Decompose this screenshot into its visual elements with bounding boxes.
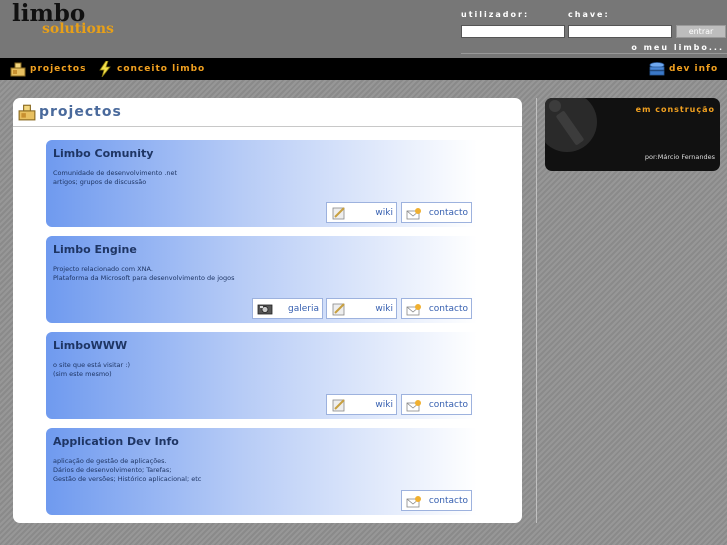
project-description: o site que está visitar :) (sim este mes…	[53, 361, 130, 378]
contact-icon	[406, 206, 422, 220]
project-card-application-dev-info: Application Dev Info aplicação de gestão…	[46, 428, 477, 515]
galeria-button[interactable]: galeria	[252, 298, 323, 319]
column-divider	[536, 98, 537, 523]
project-title[interactable]: LimboWWW	[53, 339, 127, 352]
login-button[interactable]: entrar	[676, 25, 726, 38]
password-label: chave:	[568, 10, 610, 19]
contacto-button[interactable]: contacto	[401, 202, 472, 223]
contact-icon	[406, 398, 422, 412]
wiki-button[interactable]: wiki	[326, 298, 397, 319]
pen-icon	[331, 398, 347, 412]
nav-item-label: dev info	[669, 64, 719, 74]
wiki-button[interactable]: wiki	[326, 394, 397, 415]
header-divider	[461, 53, 727, 54]
nav-bar: projectos conceito limbo dev info	[0, 58, 727, 80]
contacto-button[interactable]: contacto	[401, 394, 472, 415]
my-limbo-link[interactable]: o meu limbo...	[631, 43, 724, 52]
camera-icon	[257, 302, 273, 316]
nav-item-dev-info[interactable]: dev info	[649, 61, 718, 77]
project-title[interactable]: Limbo Engine	[53, 243, 137, 256]
contacto-button[interactable]: contacto	[401, 298, 472, 319]
project-title[interactable]: Application Dev Info	[53, 435, 179, 448]
projects-icon	[18, 103, 36, 121]
lightning-icon	[97, 60, 113, 78]
wiki-button[interactable]: wiki	[326, 202, 397, 223]
project-card-limbo-comunity: Limbo Comunity Comunidade de desenvolvim…	[46, 140, 477, 227]
header: limbo solutions utilizador: chave: entra…	[0, 0, 727, 58]
project-description: aplicação de gestão de aplicações. Dário…	[53, 457, 202, 483]
username-label: utilizador:	[461, 10, 530, 19]
password-input[interactable]	[568, 25, 672, 38]
project-card-limbo-engine: Limbo Engine Projecto relacionado com XN…	[46, 236, 477, 323]
pen-icon	[331, 302, 347, 316]
username-input[interactable]	[461, 25, 565, 38]
project-description: Projecto relacionado com XNA. Plataforma…	[53, 265, 235, 282]
logo-subtitle[interactable]: solutions	[42, 21, 114, 37]
info-icon	[545, 98, 615, 171]
projects-icon	[10, 61, 26, 77]
side-box: em construção por:Márcio Fernandes	[545, 98, 720, 171]
contact-icon	[406, 494, 422, 508]
panel-divider	[13, 126, 522, 127]
contacto-button[interactable]: contacto	[401, 490, 472, 511]
side-author: por:Márcio Fernandes	[644, 153, 715, 161]
contact-icon	[406, 302, 422, 316]
project-description: Comunidade de desenvolvimento .net artig…	[53, 169, 178, 186]
nav-item-label: projectos	[30, 64, 87, 74]
project-title[interactable]: Limbo Comunity	[53, 147, 153, 160]
panel-title: projectos	[39, 104, 122, 120]
stack-icon	[649, 61, 665, 77]
nav-item-conceito-limbo[interactable]: conceito limbo	[97, 60, 206, 78]
nav-item-projectos[interactable]: projectos	[10, 61, 86, 77]
pen-icon	[331, 206, 347, 220]
nav-item-label: conceito limbo	[117, 64, 206, 74]
side-title: em construção	[635, 105, 715, 114]
project-card-limbowww: LimboWWW o site que está visitar :) (sim…	[46, 332, 477, 419]
